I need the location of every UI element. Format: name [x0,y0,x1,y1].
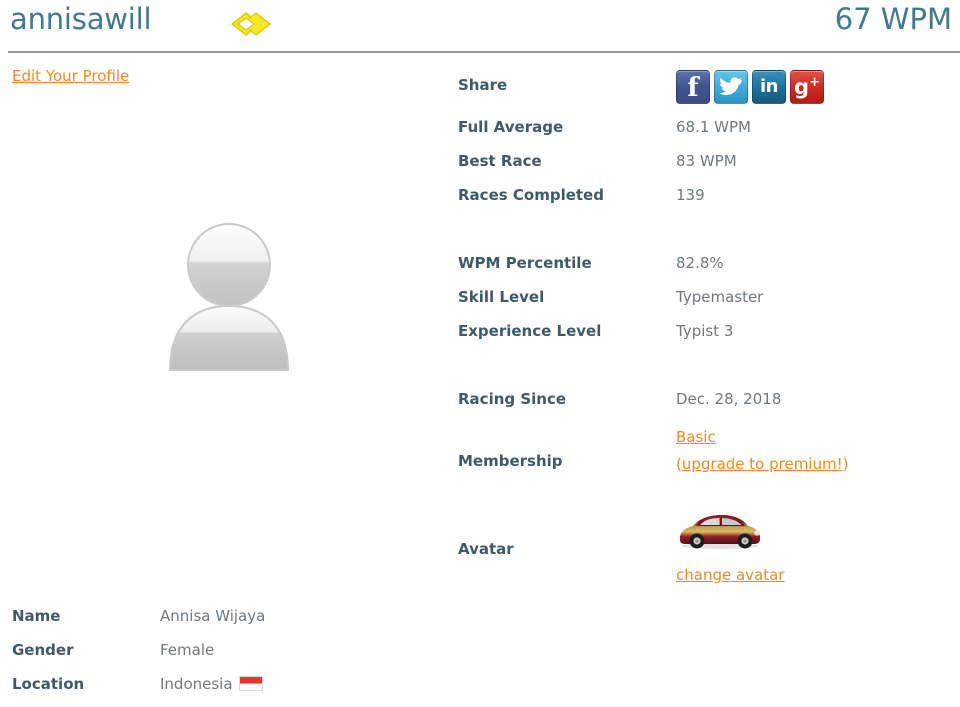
change-avatar-link[interactable]: change avatar [676,566,784,584]
experience-level-row: Experience Level Typist 3 [458,322,958,356]
personal-info: Name Annisa Wijaya Gender Female Locatio… [12,607,432,707]
membership-basic-link[interactable]: Basic [676,428,716,446]
full-average-row: Full Average 68.1 WPM [458,118,958,152]
experience-level-value: Typist 3 [676,322,734,340]
googleplus-glyph: g+ [794,75,820,99]
gender-value: Female [160,641,215,659]
wpm-header: 67 WPM [834,2,952,36]
linkedin-share-icon[interactable]: in [752,70,786,104]
red-beetle-car-icon [679,515,761,549]
upgrade-premium-link[interactable]: upgrade to premium! [682,455,843,473]
wpm-percentile-value: 82.8% [676,254,724,272]
linkedin-glyph: in [760,76,778,97]
races-completed-label: Races Completed [458,186,604,204]
username-title: annisawill [10,2,152,36]
best-race-value: 83 WPM [676,152,737,170]
upgrade-paren-close: ) [842,455,849,473]
races-completed-value: 139 [676,186,705,204]
membership-value-block: Basic (upgrade to premium!) [676,424,848,478]
social-share-buttons: f in g+ [676,70,824,104]
twitter-share-icon[interactable] [714,70,748,104]
gender-label: Gender [12,641,74,659]
double-diamond-icon [231,12,271,36]
location-row: Location Indonesia [12,675,432,707]
facebook-share-icon[interactable]: f [676,70,710,104]
membership-row: Membership Basic (upgrade to premium!) [458,428,958,494]
wpm-percentile-row: WPM Percentile 82.8% [458,254,958,288]
full-average-label: Full Average [458,118,564,136]
googleplus-share-icon[interactable]: g+ [790,70,824,104]
racing-since-label: Racing Since [458,390,567,408]
skill-level-value: Typemaster [676,288,764,306]
racing-since-row: Racing Since Dec. 28, 2018 [458,390,958,424]
skill-level-row: Skill Level Typemaster [458,288,958,322]
page-header: annisawill 67 WPM [0,0,960,53]
person-silhouette-icon [168,223,290,371]
wpm-percentile-label: WPM Percentile [458,254,592,272]
name-row: Name Annisa Wijaya [12,607,432,641]
name-value: Annisa Wijaya [160,607,266,625]
gender-row: Gender Female [12,641,432,675]
share-row: Share f in g+ [458,70,958,112]
full-average-value: 68.1 WPM [676,118,751,136]
twitter-bird-glyph [719,77,742,95]
races-completed-row: Races Completed 139 [458,186,958,220]
avatar-label: Avatar [458,540,514,558]
racing-since-value: Dec. 28, 2018 [676,390,782,408]
skill-level-label: Skill Level [458,288,545,306]
best-race-label: Best Race [458,152,542,170]
location-text: Indonesia [160,675,233,693]
edit-profile-link[interactable]: Edit Your Profile [12,67,129,85]
header-divider [8,51,960,53]
indonesia-flag-icon [238,676,263,691]
share-label: Share [458,76,508,94]
experience-level-label: Experience Level [458,322,602,340]
location-value: Indonesia [160,675,263,693]
best-race-row: Best Race 83 WPM [458,152,958,186]
location-label: Location [12,675,85,693]
profile-page: annisawill 67 WPM Edit Your Profile Shar… [0,0,960,707]
avatar-block: change avatar [676,512,876,584]
stats-column: Share f in g+ Full Average 68.1 WPM Best… [458,70,958,494]
membership-label: Membership [458,452,563,470]
name-label: Name [12,607,61,625]
facebook-glyph: f [687,73,699,103]
